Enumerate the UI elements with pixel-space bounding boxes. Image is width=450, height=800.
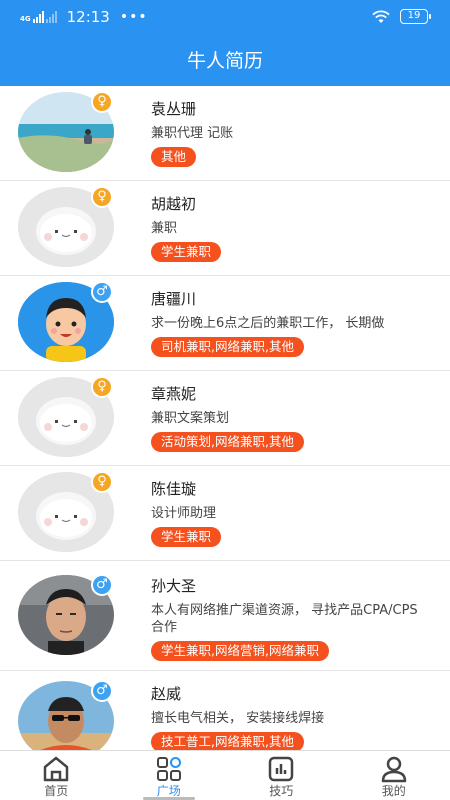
resume-tags: 活动策划,网络兼职,其他 (151, 432, 304, 452)
bottom-tab-bar: 首页 广场 技巧 我的 (0, 750, 450, 800)
resume-info: 陈佳璇 设计师助理 学生兼职 (151, 478, 441, 547)
square-grid-icon (156, 757, 181, 781)
resume-desc: 兼职文案策划 (151, 411, 230, 426)
network-type-label: 4G (20, 15, 31, 23)
resume-desc: 设计师助理 (151, 506, 217, 521)
resume-name: 章燕妮 (151, 385, 197, 403)
resume-tags: 学生兼职 (151, 527, 222, 547)
male-gender-icon: ♂ (91, 281, 113, 303)
resume-row[interactable]: ♀ 袁丛珊 兼职代理 记账 其他 (0, 86, 450, 181)
resume-info: 孙大圣 本人有网络推广渠道资源， 寻找产品CPA/CPS合作 学生兼职,网络营销… (151, 575, 421, 661)
status-bar: 4G 12:13 ••• 19 (0, 0, 450, 36)
resume-name: 唐疆川 (151, 290, 197, 308)
resume-row[interactable]: ♂ 唐疆川 求一份晚上6点之后的兼职工作， 长期做 司机兼职,网络兼职,其他 (0, 276, 450, 371)
tab-home-label: 首页 (44, 784, 69, 798)
resume-name: 陈佳璇 (151, 480, 197, 498)
resume-desc: 求一份晚上6点之后的兼职工作， 长期做 (151, 316, 385, 331)
tab-square[interactable]: 广场 (113, 751, 226, 800)
resume-desc: 本人有网络推广渠道资源， 寻找产品CPA/CPS合作 (151, 603, 418, 635)
resume-tags: 司机兼职,网络兼职,其他 (151, 337, 304, 357)
resume-info: 胡越初 兼职 学生兼职 (151, 193, 441, 262)
resume-name: 袁丛珊 (151, 100, 197, 118)
resume-tags: 其他 (151, 147, 197, 167)
resume-desc: 兼职代理 记账 (151, 126, 234, 141)
resume-row[interactable]: ♀ 章燕妮 兼职文案策划 活动策划,网络兼职,其他 (0, 371, 450, 466)
user-icon (381, 756, 406, 783)
wifi-icon (372, 10, 390, 23)
resume-info: 袁丛珊 兼职代理 记账 其他 (151, 98, 441, 167)
resume-name: 赵威 (151, 685, 182, 703)
battery-icon: 19 (400, 9, 431, 24)
tab-home[interactable]: 首页 (0, 751, 113, 800)
male-gender-icon: ♂ (91, 680, 113, 702)
female-gender-icon: ♀ (91, 186, 113, 208)
tab-tips-label: 技巧 (269, 784, 294, 798)
signal-bars-icon (32, 11, 44, 23)
resume-row[interactable]: ♀ 陈佳璇 设计师助理 学生兼职 (0, 466, 450, 561)
resume-list[interactable]: ♀ 袁丛珊 兼职代理 记账 其他 ♀ 胡越初 兼职 学生兼职 ♂ 唐疆川 求一份… (0, 86, 450, 750)
more-notifications-icon: ••• (119, 9, 148, 25)
female-gender-icon: ♀ (91, 376, 113, 398)
chart-icon (269, 756, 294, 782)
status-left: 4G 12:13 ••• (20, 8, 148, 26)
signal-bars-secondary-icon (45, 11, 57, 23)
resume-info: 章燕妮 兼职文案策划 活动策划,网络兼职,其他 (151, 383, 441, 452)
resume-tags: 学生兼职 (151, 242, 222, 262)
page-title: 牛人简历 (0, 36, 450, 86)
tab-mine-label: 我的 (381, 784, 406, 798)
resume-name: 胡越初 (151, 195, 197, 213)
resume-info: 赵威 擅长电气相关， 安装接线焊接 技工普工,网络兼职,其他 (151, 683, 441, 750)
resume-name: 孙大圣 (151, 577, 197, 595)
tab-mine[interactable]: 我的 (338, 751, 450, 800)
resume-info: 唐疆川 求一份晚上6点之后的兼职工作， 长期做 司机兼职,网络兼职,其他 (151, 288, 441, 357)
female-gender-icon: ♀ (91, 471, 113, 493)
resume-row[interactable]: ♀ 胡越初 兼职 学生兼职 (0, 181, 450, 276)
resume-desc: 擅长电气相关， 安装接线焊接 (151, 711, 325, 726)
female-gender-icon: ♀ (91, 91, 113, 113)
tab-tips[interactable]: 技巧 (225, 751, 338, 800)
male-gender-icon: ♂ (91, 574, 113, 596)
home-icon (44, 756, 69, 782)
resume-row[interactable]: ♂ 赵威 擅长电气相关， 安装接线焊接 技工普工,网络兼职,其他 (0, 671, 450, 750)
battery-level: 19 (407, 10, 421, 21)
resume-tags: 技工普工,网络兼职,其他 (151, 732, 304, 750)
status-time: 12:13 (66, 8, 110, 26)
signal-indicator: 4G (20, 11, 57, 23)
resume-desc: 兼职 (151, 221, 178, 236)
resume-tags: 学生兼职,网络营销,网络兼职 (151, 641, 329, 661)
resume-row[interactable]: ♂ 孙大圣 本人有网络推广渠道资源， 寻找产品CPA/CPS合作 学生兼职,网络… (0, 561, 450, 671)
status-right: 19 (372, 9, 431, 24)
